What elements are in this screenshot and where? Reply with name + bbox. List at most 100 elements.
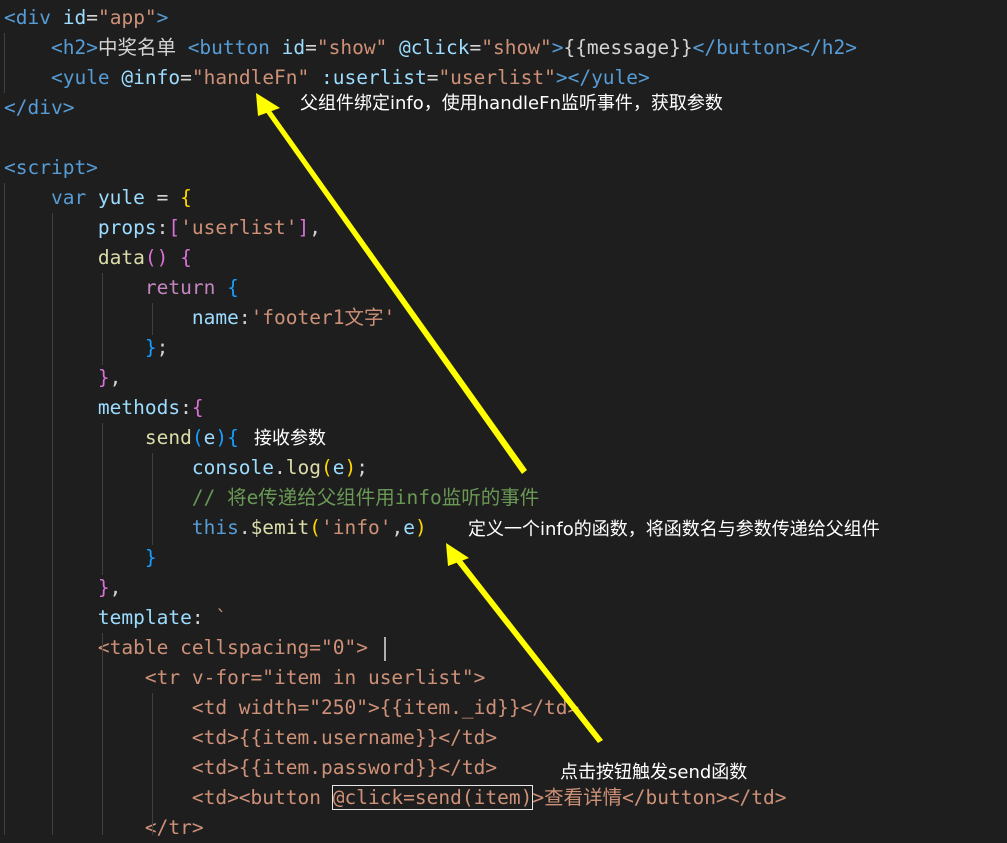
code-line: template: `	[4, 603, 227, 633]
code-token: @info	[109, 66, 181, 89]
code-token: id	[50, 6, 87, 29]
code-line: <h2>中奖名单 <button id="show" @click="show"…	[4, 33, 857, 63]
code-token: ,	[109, 576, 122, 599]
code-token: )	[344, 456, 357, 479]
code-token: e	[203, 426, 216, 449]
code-line: <tr v-for="item in userlist">	[4, 663, 485, 693]
code-token: (	[191, 426, 204, 449]
code-token: ,	[391, 516, 404, 539]
code-token: =	[469, 36, 482, 59]
indent-guide	[4, 33, 5, 93]
code-token: ></yule>	[555, 66, 650, 89]
annotation-receive-params: 接收参数	[254, 428, 326, 449]
code-token: template	[97, 606, 192, 629]
code-line: </div>	[4, 93, 74, 123]
indent-guide	[152, 453, 153, 545]
code-line: };	[4, 333, 169, 363]
code-token: >查看详情</button></td>	[532, 786, 787, 809]
code-token: :	[180, 396, 192, 419]
code-token: log	[285, 456, 322, 479]
code-token: :userlist	[309, 66, 427, 89]
code-token: console	[191, 456, 275, 479]
code-token: .	[274, 456, 286, 479]
code-token: {	[180, 186, 192, 209]
code-token: "app"	[97, 6, 157, 29]
code-line: <td>{{item.password}}</td>	[4, 753, 497, 783]
code-token: div	[15, 6, 51, 29]
indent-guide	[152, 303, 153, 335]
code-token: {	[227, 276, 239, 299]
indent-guide	[102, 273, 103, 365]
code-line: <yule @info="handleFn" :userlist="userli…	[4, 63, 650, 93]
code-token: ;	[156, 336, 169, 359]
code-token: </button></h2>	[692, 36, 857, 59]
code-line: </tr>	[4, 813, 204, 843]
code-token: <table cellspacing="0">	[97, 636, 368, 659]
annotation-parent-binding: 父组件绑定info，使用handleFn监听事件，获取参数	[300, 93, 723, 114]
code-token: <td>{{item.password}}</td>	[191, 756, 498, 779]
code-line: <div id="app">	[4, 3, 168, 33]
annotation-define-info: 定义一个info的函数，将函数名与参数传递给父组件	[468, 519, 880, 540]
code-token: {	[227, 426, 239, 449]
code-token: :	[238, 306, 251, 329]
code-token: methods	[97, 396, 181, 419]
annotation-click-trigger: 点击按钮触发send函数	[560, 762, 748, 783]
indent-guide	[52, 213, 53, 835]
code-line: console.log(e);	[4, 453, 368, 483]
code-token: .	[238, 516, 251, 539]
code-line: var yule = {	[4, 183, 192, 213]
code-token: @click	[387, 36, 470, 59]
code-token: ,	[309, 216, 322, 239]
code-line: },	[4, 363, 122, 393]
code-token: data	[97, 246, 145, 269]
indent-guide	[102, 633, 103, 835]
code-token: >	[551, 36, 564, 59]
code-line: // 将e传递给父组件用info监听的事件	[4, 483, 539, 513]
code-token: send	[144, 426, 192, 449]
code-token: ;	[356, 456, 369, 479]
code-token: =	[156, 186, 181, 209]
code-token: 中奖名单	[97, 36, 188, 59]
code-line: }	[4, 543, 157, 573]
code-token: "userlist"	[438, 66, 556, 89]
code-line: this.$emit('info',e)	[4, 513, 427, 543]
code-line: <td><button @click=send(item)>查看详情</butt…	[4, 783, 786, 813]
code-token: =	[86, 6, 98, 29]
code-token: return	[144, 276, 216, 299]
code-token: // 将e传递给父组件用info监听的事件	[191, 486, 540, 509]
code-line: <td>{{item.username}}</td>	[4, 723, 497, 753]
code-token: </tr>	[144, 816, 204, 839]
code-token: ]	[297, 216, 310, 239]
code-line: return {	[4, 273, 239, 303]
code-editor[interactable]: <div id="app"> <h2>中奖名单 <button id="show…	[0, 0, 1007, 839]
code-line: send(e){	[4, 423, 239, 453]
code-token: <td><button	[191, 786, 333, 809]
code-token: :	[156, 216, 169, 239]
code-token: id	[269, 36, 306, 59]
code-line: <td width="250">{{item._id}}</td>	[4, 693, 579, 723]
code-token: <	[4, 6, 16, 29]
code-token: }	[144, 336, 157, 359]
code-token: 'userlist'	[180, 216, 298, 239]
